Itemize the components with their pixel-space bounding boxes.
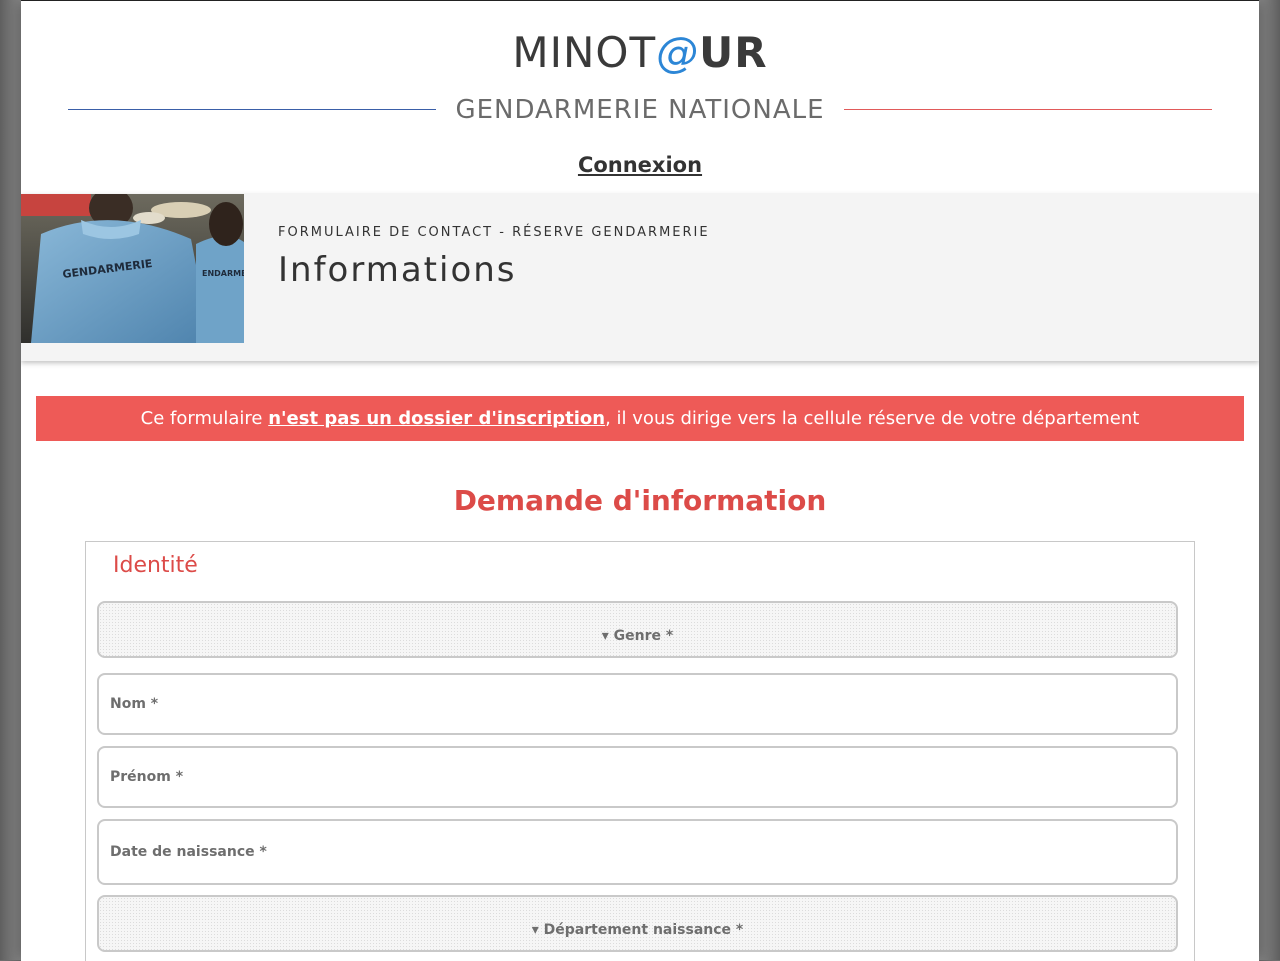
- hero-photo: GENDARMERIE ENDARME: [21, 194, 244, 343]
- subtitle-row: GENDARMERIE NATIONALE: [68, 93, 1212, 129]
- divider-line-right: [844, 109, 1212, 110]
- hero-banner: GENDARMERIE ENDARME FORMULAIRE DE CONTAC…: [21, 194, 1259, 361]
- first-name-field[interactable]: Prénom *: [97, 746, 1178, 808]
- gender-select-label: ▾ Genre *: [601, 628, 674, 644]
- site-logo[interactable]: MINOT@UR: [21, 27, 1259, 79]
- birth-date-label: Date de naissance *: [110, 844, 267, 860]
- gendarmes-photo-image: GENDARMERIE ENDARME: [21, 194, 244, 343]
- birth-department-label: ▾ Département naissance *: [531, 922, 744, 938]
- birth-department-select[interactable]: ▾ Département naissance *: [97, 895, 1178, 952]
- birth-date-field[interactable]: Date de naissance *: [97, 819, 1178, 885]
- logo-part-2: UR: [699, 28, 768, 77]
- alert-text-prefix: Ce formulaire: [140, 408, 269, 429]
- fieldset-legend: Identité: [113, 553, 198, 578]
- logo-part-1: MINOT: [512, 28, 657, 77]
- alert-text-suffix: , il vous dirige vers la cellule réserve…: [605, 408, 1140, 429]
- hero-title: Informations: [278, 250, 517, 290]
- alert-link[interactable]: n'est pas un dossier d'inscription: [268, 408, 605, 429]
- gender-select[interactable]: ▾ Genre *: [97, 601, 1178, 658]
- page-container: MINOT@UR GENDARMERIE NATIONALE Connexion: [21, 0, 1259, 961]
- photo-shirt-text-2: ENDARME: [202, 269, 244, 278]
- info-alert-banner: Ce formulaire n'est pas un dossier d'ins…: [36, 396, 1244, 441]
- site-subtitle: GENDARMERIE NATIONALE: [455, 95, 825, 125]
- form-title: Demande d'information: [453, 484, 827, 517]
- last-name-field[interactable]: Nom *: [97, 673, 1178, 735]
- last-name-label: Nom *: [110, 696, 159, 712]
- hero-text: FORMULAIRE DE CONTACT - RÉSERVE GENDARME…: [278, 224, 710, 290]
- logo-at-sign: @: [656, 28, 700, 77]
- first-name-label: Prénom *: [110, 769, 184, 785]
- identity-fieldset: Identité ▾ Genre * Nom * Prénom * Date d…: [85, 541, 1195, 961]
- login-link[interactable]: Connexion: [21, 151, 1259, 179]
- hero-kicker: FORMULAIRE DE CONTACT - RÉSERVE GENDARME…: [278, 225, 710, 240]
